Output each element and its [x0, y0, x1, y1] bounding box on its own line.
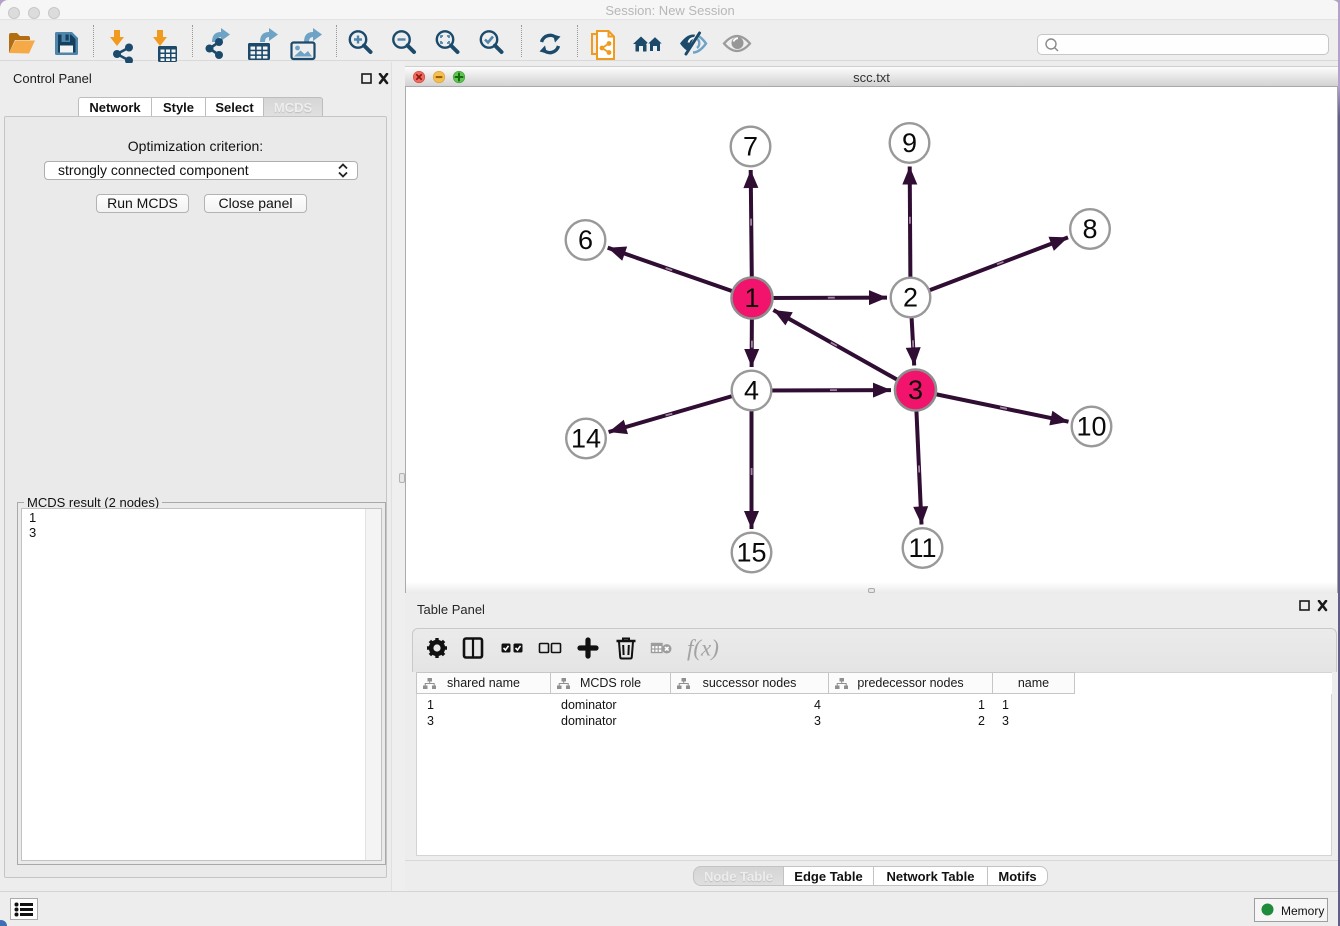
svg-text:14: 14	[571, 424, 601, 454]
svg-text:10: 10	[1076, 412, 1106, 442]
svg-text:11: 11	[908, 533, 936, 563]
svg-text:9: 9	[902, 128, 917, 158]
svg-text:2: 2	[903, 283, 918, 313]
svg-text:f(x): f(x)	[687, 636, 719, 661]
svg-text:4: 4	[744, 376, 759, 406]
svg-text:6: 6	[578, 225, 593, 255]
svg-text:1: 1	[744, 283, 759, 313]
svg-text:8: 8	[1082, 214, 1097, 244]
svg-text:15: 15	[736, 538, 766, 568]
svg-text:7: 7	[743, 132, 758, 162]
svg-text:3: 3	[908, 375, 923, 405]
